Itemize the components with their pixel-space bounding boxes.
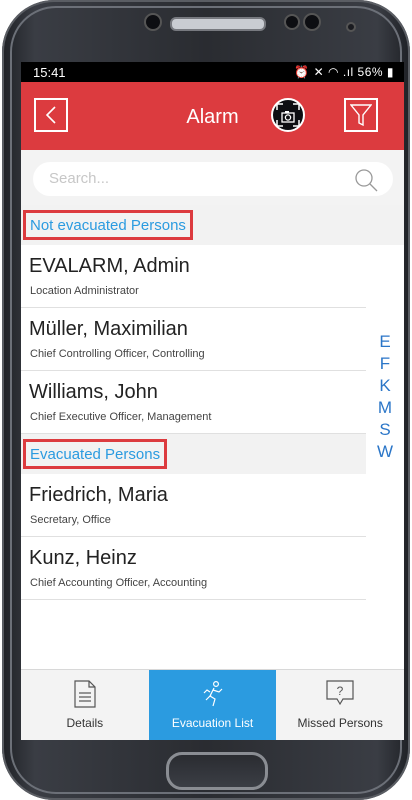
list-item[interactable]: Friedrich, Maria Secretary, Office [21,474,366,537]
person-name: Kunz, Heinz [29,547,137,569]
led-indicator [346,22,356,32]
camera-scan-icon [276,103,300,127]
status-bar: 15:41 ⏰ ✕ ◠ .ıl 56% ▮ [21,62,404,82]
index-letter[interactable]: M [366,397,404,419]
alphabet-index: E F K M S W [366,205,404,655]
signal-icons: ⏰ ✕ ◠ .ıl [294,65,358,79]
tab-label: Missed Persons [297,716,383,730]
filter-icon [350,104,372,127]
index-letter[interactable]: F [366,353,404,375]
list-item[interactable]: Müller, Maximilian Chief Controlling Off… [21,308,366,371]
filter-button[interactable] [344,98,378,132]
search-box [33,162,393,196]
index-letter[interactable]: E [366,331,404,353]
person-role: Chief Controlling Officer, Controlling [30,348,205,360]
tab-details[interactable]: Details [21,670,149,740]
battery-percent: 56% [357,65,384,79]
list-item[interactable]: Williams, John Chief Executive Officer, … [21,371,366,434]
list-item[interactable]: EVALARM, Admin Location Administrator [21,245,366,308]
proximity-sensor [284,14,300,30]
section-label: Evacuated Persons [23,439,168,469]
status-indicators: ⏰ ✕ ◠ .ıl 56% ▮ [294,65,394,79]
list-item[interactable]: Kunz, Heinz Chief Accounting Officer, Ac… [21,537,366,600]
home-button[interactable] [166,752,268,790]
tab-missed-persons[interactable]: ? Missed Persons [276,670,404,740]
earpiece-speaker [170,17,266,31]
question-box-icon: ? [326,680,354,706]
status-time: 15:41 [33,64,66,80]
person-list: Not evacuated Persons EVALARM, Admin Loc… [21,205,366,600]
running-person-icon [203,680,222,707]
section-header-not-evacuated: Not evacuated Persons [21,205,366,245]
person-role: Chief Accounting Officer, Accounting [30,577,208,589]
search-icon[interactable] [353,167,379,193]
index-letter[interactable]: W [366,441,404,463]
person-role: Location Administrator [30,285,139,297]
person-name: EVALARM, Admin [29,255,190,277]
search-input[interactable] [47,169,331,188]
person-name: Williams, John [29,381,158,403]
search-bar [21,150,404,205]
index-letter[interactable]: K [366,375,404,397]
index-letter[interactable]: S [366,419,404,441]
app-header: Alarm [21,82,404,150]
front-camera [144,13,162,31]
tab-evacuation-list[interactable]: Evacuation List [148,670,277,740]
person-role: Chief Executive Officer, Management [30,411,212,423]
person-name: Müller, Maximilian [29,318,188,340]
bottom-tab-bar: Details Evacuation List ? Missed Persons [21,669,404,740]
app-screen: 15:41 ⏰ ✕ ◠ .ıl 56% ▮ Alarm Search... No… [21,62,404,740]
index-cap [366,205,404,245]
document-icon [74,680,96,708]
light-sensor [303,13,321,31]
person-role: Secretary, Office [30,514,111,526]
section-header-evacuated: Evacuated Persons [21,434,366,474]
svg-text:?: ? [337,684,344,698]
tab-label: Details [66,716,104,730]
section-label: Not evacuated Persons [23,210,193,240]
tab-label: Evacuation List [171,716,254,730]
person-name: Friedrich, Maria [29,484,168,506]
scan-camera-button[interactable] [271,98,305,132]
